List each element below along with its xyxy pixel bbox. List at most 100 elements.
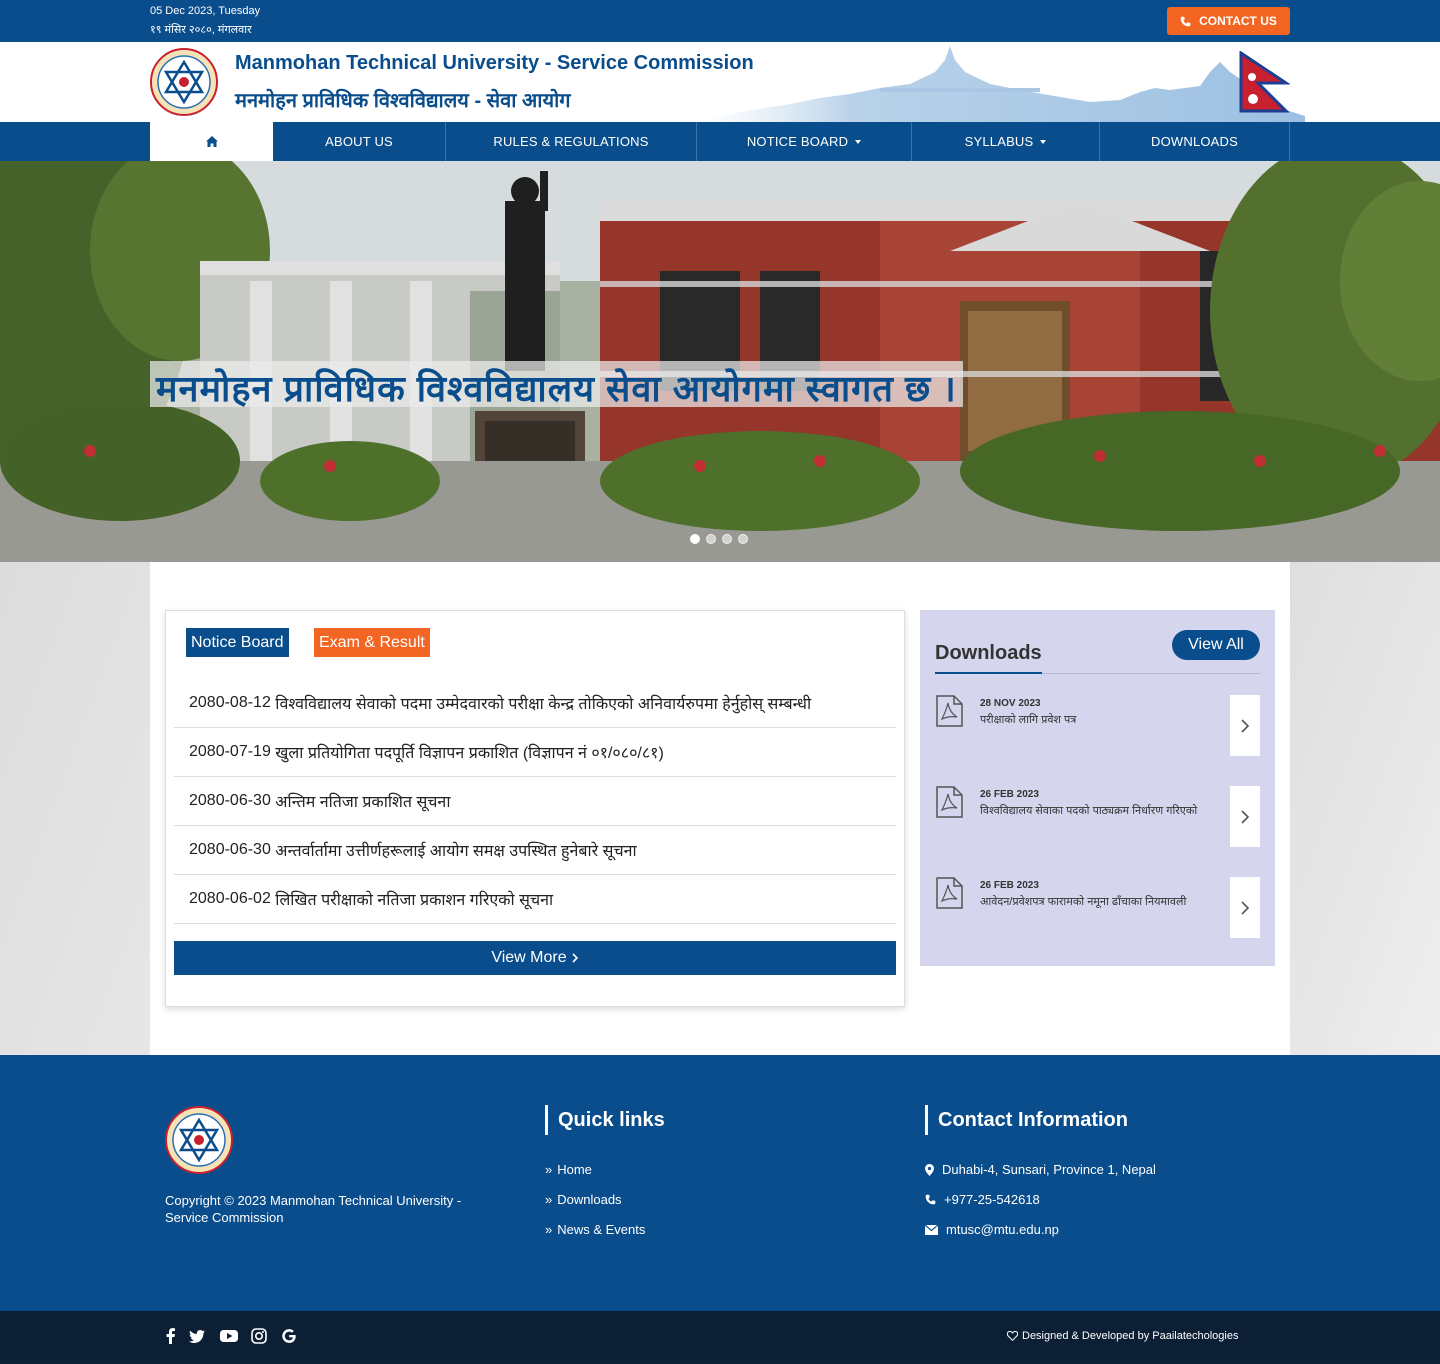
main-navigation: ABOUT US RULES & REGULATIONS NOTICE BOAR… <box>0 122 1440 161</box>
google-icon[interactable] <box>281 1328 297 1344</box>
envelope-icon <box>925 1224 938 1235</box>
nav-rules-regulations[interactable]: RULES & REGULATIONS <box>446 122 697 161</box>
nav-syllabus-label: SYLLABUS <box>964 134 1034 149</box>
pdf-file-icon <box>936 695 963 727</box>
notice-title: लिखित परीक्षाको नतिजा प्रकाशन गरिएको सूच… <box>275 892 554 909</box>
map-marker-icon <box>925 1163 934 1176</box>
phone-icon <box>1180 16 1191 26</box>
notice-date: 2080-07-19 <box>189 743 271 760</box>
slider-dot[interactable] <box>690 534 700 544</box>
footer-link-downloads[interactable]: » Downloads <box>545 1192 622 1207</box>
notice-item[interactable]: 2080-06-02 लिखित परीक्षाको नतिजा प्रकाशन… <box>174 875 896 924</box>
chevron-down-icon <box>1040 139 1047 144</box>
contact-us-label: CONTACT US <box>1199 14 1277 28</box>
download-item[interactable]: 26 FEB 2023 विश्वविद्यालय सेवाका पदको पा… <box>935 786 1260 847</box>
download-title: आवेदन/प्रवेशपत्र फारामको नमूना ढाँचाका न… <box>980 896 1187 908</box>
heart-icon <box>1007 1331 1018 1341</box>
footer-copyright: Copyright © 2023 Manmohan Technical Univ… <box>165 1193 462 1225</box>
download-item[interactable]: 28 NOV 2023 परीक्षाको लागि प्रवेश पत्र <box>935 695 1260 756</box>
download-title: परीक्षाको लागि प्रवेश पत्र <box>980 714 1077 726</box>
stupa-skyline-graphic <box>700 46 1305 122</box>
footer-link-home[interactable]: » Home <box>545 1162 592 1177</box>
contact-us-button[interactable]: CONTACT US <box>1167 7 1290 35</box>
download-item[interactable]: 26 FEB 2023 आवेदन/प्रवेशपत्र फारामको नमू… <box>935 877 1260 938</box>
slider-dots <box>690 534 748 544</box>
contact-phone-text: +977-25-542618 <box>944 1192 1040 1207</box>
quick-links-heading: Quick links <box>545 1105 665 1135</box>
chevron-right-icon <box>572 953 578 963</box>
footer-link-news-events[interactable]: » News & Events <box>545 1222 645 1237</box>
downloads-title-underline <box>935 672 1042 674</box>
developer-credit: Designed & Developed by Paailatechologie… <box>1007 1330 1238 1342</box>
view-more-label: View More <box>491 949 567 966</box>
double-chevron-right-icon: » <box>545 1192 553 1207</box>
facebook-icon[interactable] <box>163 1328 179 1344</box>
tab-notice-board[interactable]: Notice Board <box>186 628 289 657</box>
pdf-file-icon <box>936 786 963 818</box>
contact-address: Duhabi-4, Sunsari, Province 1, Nepal <box>925 1162 1156 1177</box>
site-header: Manmohan Technical University - Service … <box>0 42 1440 122</box>
notice-item[interactable]: 2080-07-19 खुला प्रतियोगिता पदपूर्ति विज… <box>174 728 896 777</box>
notice-title: विश्वविद्यालय सेवाको पदमा उम्मेदवारको पर… <box>275 696 812 713</box>
notice-title: खुला प्रतियोगिता पदपूर्ति विज्ञापन प्रका… <box>275 745 664 762</box>
nav-notice-board-label: NOTICE BOARD <box>746 134 849 149</box>
notice-date: 2080-06-30 <box>189 841 271 858</box>
notice-item[interactable]: 2080-06-30 अन्तिम नतिजा प्रकाशित सूचना <box>174 777 896 826</box>
slider-dot[interactable] <box>722 534 732 544</box>
notice-title: अन्तर्वार्तामा उत्तीर्णहरूलाई आयोग समक्ष… <box>275 843 637 860</box>
view-more-button[interactable]: View More <box>174 941 896 975</box>
download-date: 26 FEB 2023 <box>980 789 1039 800</box>
instagram-icon[interactable] <box>251 1328 267 1344</box>
nav-about-us[interactable]: ABOUT US <box>273 122 446 161</box>
nav-home[interactable] <box>150 122 273 161</box>
download-date: 28 NOV 2023 <box>980 698 1041 709</box>
contact-address-text: Duhabi-4, Sunsari, Province 1, Nepal <box>942 1162 1156 1177</box>
site-footer <box>0 1055 1440 1311</box>
notice-item[interactable]: 2080-06-30 अन्तर्वार्तामा उत्तीर्णहरूलाई… <box>174 826 896 875</box>
download-open-button[interactable] <box>1230 695 1260 756</box>
footer-university-logo[interactable] <box>165 1106 233 1174</box>
date-english: 05 Dec 2023, Tuesday <box>150 5 261 17</box>
pdf-file-icon <box>936 877 963 909</box>
download-open-button[interactable] <box>1230 786 1260 847</box>
nav-notice-board[interactable]: NOTICE BOARD <box>697 122 912 161</box>
contact-email[interactable]: mtusc@mtu.edu.np <box>925 1222 1059 1237</box>
download-open-button[interactable] <box>1230 877 1260 938</box>
tab-exam-result[interactable]: Exam & Result <box>314 628 430 657</box>
notice-date: 2080-06-30 <box>189 792 271 809</box>
phone-icon <box>925 1194 936 1205</box>
notice-item[interactable]: 2080-08-12 विश्वविद्यालय सेवाको पदमा उम्… <box>174 679 896 728</box>
twitter-icon[interactable] <box>189 1328 205 1344</box>
university-logo[interactable] <box>150 48 218 116</box>
chevron-right-icon <box>1241 809 1249 824</box>
nepal-flag-icon <box>1239 51 1290 113</box>
home-icon <box>205 136 218 147</box>
nav-rules-label: RULES & REGULATIONS <box>493 134 649 149</box>
double-chevron-right-icon: » <box>545 1162 553 1177</box>
footer-link-label: Home <box>557 1162 592 1177</box>
view-all-button[interactable]: View All <box>1172 630 1260 660</box>
download-title: विश्वविद्यालय सेवाका पदको पाठ्यक्रम निर्… <box>980 805 1198 817</box>
downloads-title: Downloads <box>935 642 1042 664</box>
notice-title: अन्तिम नतिजा प्रकाशित सूचना <box>275 794 451 811</box>
contact-phone[interactable]: +977-25-542618 <box>925 1192 1040 1207</box>
contact-info-heading: Contact Information <box>925 1105 1128 1135</box>
nav-syllabus[interactable]: SYLLABUS <box>912 122 1100 161</box>
hero-slider: मनमोहन प्राविधिक विश्वविद्यालय सेवा आयोग… <box>0 161 1440 562</box>
chevron-down-icon <box>855 139 862 144</box>
chevron-right-icon <box>1241 900 1249 915</box>
notice-date: 2080-06-02 <box>189 890 271 907</box>
slider-dot[interactable] <box>738 534 748 544</box>
youtube-icon[interactable] <box>220 1328 238 1344</box>
site-title-nepali: मनमोहन प्राविधिक विश्वविद्यालय - सेवा आय… <box>235 90 571 112</box>
nav-downloads[interactable]: DOWNLOADS <box>1100 122 1290 161</box>
contact-email-text: mtusc@mtu.edu.np <box>946 1222 1059 1237</box>
nav-downloads-label: DOWNLOADS <box>1150 134 1239 149</box>
footer-link-label: News & Events <box>557 1222 646 1237</box>
site-title-english: Manmohan Technical University - Service … <box>235 52 754 74</box>
nav-about-us-label: ABOUT US <box>325 134 393 149</box>
slider-dot[interactable] <box>706 534 716 544</box>
date-nepali: १९ मंसिर २०८०, मंगलवार <box>150 24 252 36</box>
download-date: 26 FEB 2023 <box>980 880 1039 891</box>
double-chevron-right-icon: » <box>545 1222 553 1237</box>
